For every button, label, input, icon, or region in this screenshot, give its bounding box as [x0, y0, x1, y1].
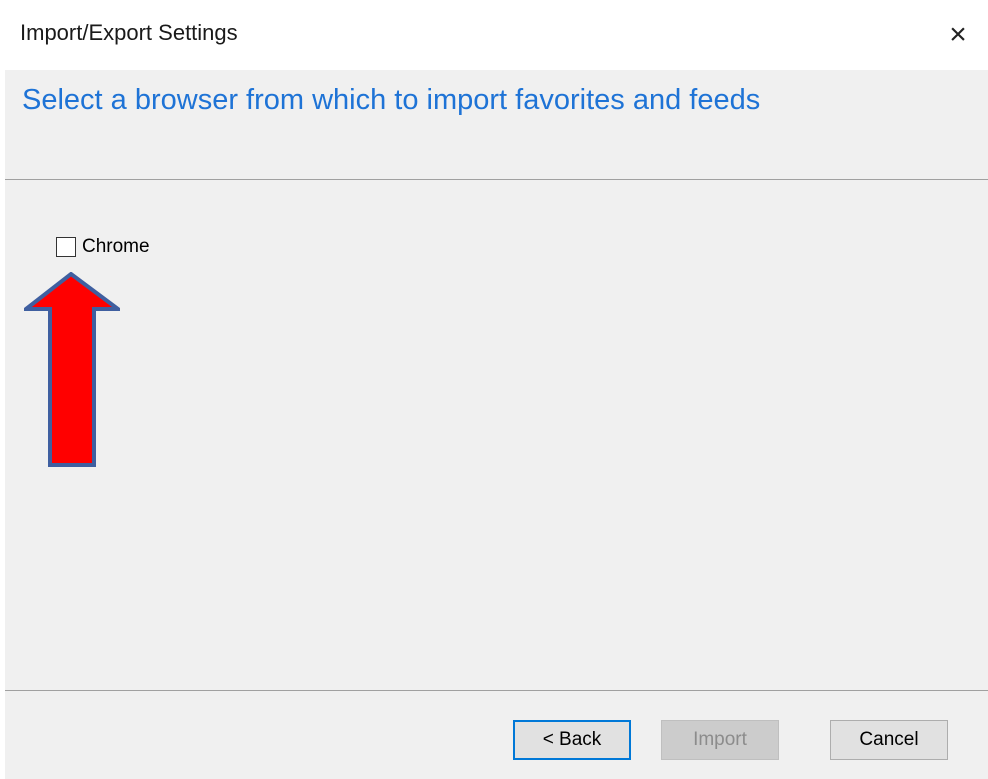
chrome-label[interactable]: Chrome	[82, 236, 150, 258]
title-bar: Import/Export Settings ×	[0, 0, 988, 70]
import-button[interactable]: Import	[661, 720, 779, 760]
close-icon: ×	[949, 18, 967, 51]
dialog-body	[5, 70, 988, 779]
page-heading: Select a browser from which to import fa…	[22, 84, 761, 116]
footer-divider	[5, 690, 988, 691]
browser-option-chrome[interactable]: Chrome	[56, 236, 150, 258]
cancel-button[interactable]: Cancel	[830, 720, 948, 760]
window-title: Import/Export Settings	[20, 20, 238, 45]
back-button[interactable]: < Back	[513, 720, 631, 760]
chrome-checkbox[interactable]	[56, 237, 76, 257]
header-divider	[5, 179, 988, 180]
annotation-arrow-icon	[24, 272, 120, 467]
close-button[interactable]: ×	[928, 0, 988, 70]
